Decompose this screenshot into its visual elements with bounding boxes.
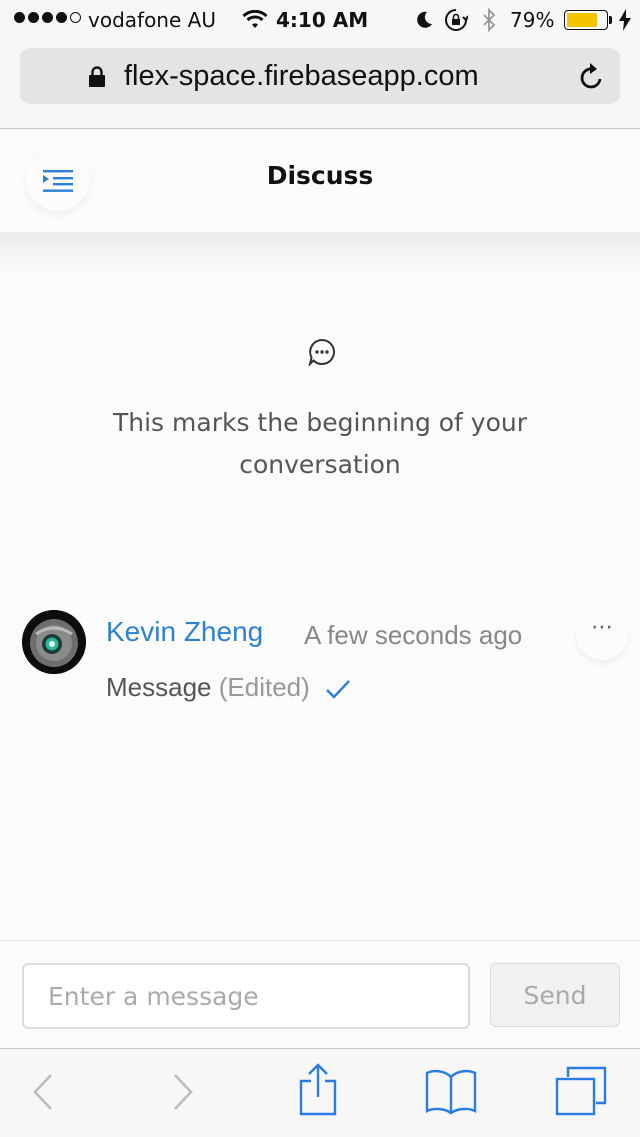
share-icon[interactable] — [298, 1063, 338, 1117]
browser-toolbar — [0, 1048, 640, 1137]
message-body: Message (Edited) — [106, 672, 351, 703]
moon-icon — [417, 11, 432, 28]
avatar[interactable] — [22, 610, 86, 674]
message-author[interactable]: Kevin Zheng — [106, 616, 263, 648]
reload-icon[interactable] — [578, 62, 606, 92]
bookmarks-icon[interactable] — [424, 1067, 478, 1115]
chat-bubble-icon — [308, 338, 335, 366]
conversation-start-text: This marks the beginning of your convers… — [112, 408, 528, 479]
header-shadow — [0, 232, 640, 272]
battery-percentage: 79% — [510, 8, 555, 32]
address-bar[interactable]: flex-space.firebaseapp.com — [20, 48, 620, 104]
edited-label: (Edited) — [218, 672, 310, 702]
clock-time: 4:10 AM — [276, 8, 369, 32]
battery-tip — [609, 16, 612, 24]
message-composer: Send — [0, 940, 640, 1049]
status-bar: vodafone AU 4:10 AM 79% — [0, 0, 640, 40]
signal-strength-icon — [14, 12, 81, 23]
tabs-icon[interactable] — [554, 1065, 608, 1117]
charging-bolt-icon — [619, 9, 631, 31]
page-title: Discuss — [266, 161, 374, 190]
browser-address-area: flex-space.firebaseapp.com — [0, 40, 640, 129]
battery-level — [567, 13, 598, 27]
more-options-button[interactable]: ⋯ — [576, 608, 628, 660]
avatar-image — [22, 610, 86, 674]
rotation-lock-icon — [445, 9, 468, 31]
url-text: flex-space.firebaseapp.com — [124, 60, 479, 92]
forward-icon[interactable] — [172, 1073, 194, 1111]
send-button[interactable]: Send — [490, 963, 620, 1027]
wifi-icon — [242, 10, 268, 28]
message-timestamp: A few seconds ago — [304, 620, 523, 650]
battery-icon — [564, 10, 608, 30]
lock-icon — [89, 66, 105, 87]
message-text: Message — [106, 672, 212, 702]
back-icon[interactable] — [32, 1073, 54, 1111]
carrier-name: vodafone AU — [88, 8, 216, 32]
checkmark-icon — [326, 680, 350, 699]
bluetooth-icon — [483, 8, 496, 32]
message-input[interactable] — [22, 963, 470, 1029]
app-header: Discuss — [0, 129, 640, 232]
